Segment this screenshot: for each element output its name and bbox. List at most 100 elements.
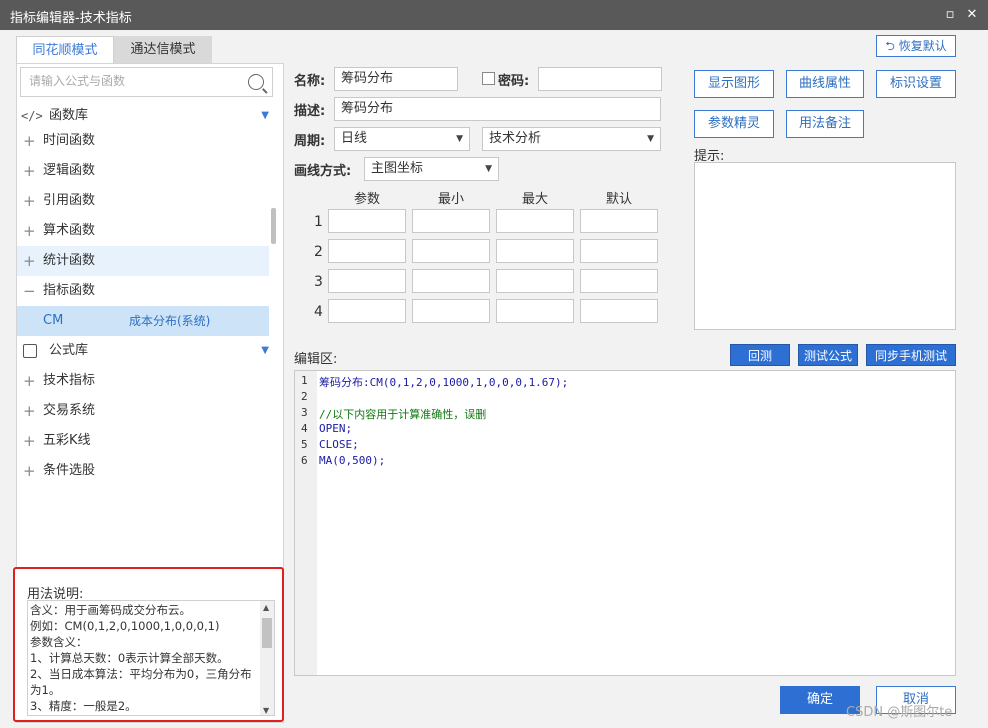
period-value: 日线 — [341, 131, 368, 146]
tab-ths-mode[interactable]: 同花顺模式 — [16, 36, 114, 64]
maximize-icon[interactable]: ▫ — [940, 5, 960, 25]
name-field[interactable]: 筹码分布 — [334, 67, 458, 91]
password-field[interactable] — [538, 67, 662, 91]
window-titlebar: 指标编辑器-技术指标 ▫ ✕ — [0, 0, 988, 30]
expand-icon[interactable]: + — [23, 396, 36, 426]
category-select[interactable]: 技术分析 ▼ — [482, 127, 661, 151]
tree-scrollbar[interactable] — [271, 208, 276, 244]
param-max-input[interactable] — [496, 299, 574, 323]
backtest-button[interactable]: 回测 — [730, 344, 790, 366]
draw-mode-value: 主图坐标 — [371, 161, 424, 176]
period-select[interactable]: 日线 ▼ — [334, 127, 470, 151]
curve-props-button[interactable]: 曲线属性 — [786, 70, 864, 98]
tree-item-trade[interactable]: + 交易系统 — [17, 396, 269, 426]
usage-line: 含义：用于画筹码成交分布云。 — [30, 603, 191, 617]
sync-mobile-test-button[interactable]: 同步手机测试 — [866, 344, 956, 366]
expand-icon[interactable]: + — [23, 156, 36, 186]
param-name-input[interactable] — [328, 209, 406, 233]
dropdown-caret-icon[interactable]: ▼ — [485, 158, 492, 180]
param-min-input[interactable] — [412, 269, 490, 293]
param-default-input[interactable] — [580, 239, 658, 263]
code-line: MA(0,500); — [319, 454, 386, 467]
tree-item-time[interactable]: + 时间函数 — [17, 126, 269, 156]
expand-icon[interactable]: + — [23, 426, 36, 456]
tree-item-label: 算术函数 — [43, 223, 96, 238]
scroll-thumb[interactable] — [262, 618, 272, 648]
tree-item-label: 统计函数 — [43, 253, 96, 268]
param-min-input[interactable] — [412, 239, 490, 263]
draw-mode-select[interactable]: 主图坐标 ▼ — [364, 157, 499, 181]
param-default-input[interactable] — [580, 209, 658, 233]
param-name-input[interactable] — [328, 269, 406, 293]
password-checkbox[interactable] — [482, 72, 495, 85]
param-max-input[interactable] — [496, 269, 574, 293]
usage-notes-button[interactable]: 用法备注 — [786, 110, 864, 138]
tree-item-kline[interactable]: + 五彩K线 — [17, 426, 269, 456]
tree-item-logic[interactable]: + 逻辑函数 — [17, 156, 269, 186]
tree-item-label: 指标函数 — [43, 283, 96, 298]
param-default-input[interactable] — [580, 269, 658, 293]
code-line: 筹码分布:CM(0,1,2,0,1000,1,0,0,0,1.67); — [319, 376, 569, 389]
expand-icon[interactable]: + — [23, 366, 36, 396]
tab-tdx-mode[interactable]: 通达信模式 — [114, 36, 212, 64]
show-graph-button[interactable]: 显示图形 — [694, 70, 774, 98]
param-min-input[interactable] — [412, 209, 490, 233]
formula-lib-header[interactable]: 公式库 ▼ — [17, 336, 269, 366]
editor-label: 编辑区: — [294, 352, 338, 367]
expand-icon[interactable]: + — [23, 216, 36, 246]
tree-item-ref[interactable]: + 引用函数 — [17, 186, 269, 216]
tree-item-tech[interactable]: + 技术指标 — [17, 366, 269, 396]
usage-line: 2、当日成本算法：平均分布为0，三角分布 — [30, 667, 252, 681]
param-col-header: 最小 — [437, 192, 464, 207]
expand-icon[interactable]: + — [23, 186, 36, 216]
line-number: 5 — [301, 438, 308, 451]
usage-textbox[interactable]: 含义：用于画筹码成交分布云。 例如：CM(0,1,2,0,1000,1,0,0,… — [27, 600, 275, 716]
param-default-input[interactable] — [580, 299, 658, 323]
tree-item-arith[interactable]: + 算术函数 — [17, 216, 269, 246]
usage-scrollbar[interactable]: ▲ ▼ — [260, 601, 274, 715]
param-min-input[interactable] — [412, 299, 490, 323]
usage-panel: 用法说明: 含义：用于画筹码成交分布云。 例如：CM(0,1,2,0,1000,… — [13, 567, 284, 722]
search-box[interactable] — [20, 67, 273, 97]
param-col-header: 最大 — [521, 192, 548, 207]
param-row-index: 3 — [314, 274, 323, 290]
param-row-index: 2 — [314, 244, 323, 260]
document-icon — [23, 344, 37, 358]
usage-line: 为1。 — [30, 683, 61, 697]
tree-item-label: 引用函数 — [43, 193, 96, 208]
param-name-input[interactable] — [328, 299, 406, 323]
close-icon[interactable]: ✕ — [962, 5, 982, 25]
param-name-input[interactable] — [328, 239, 406, 263]
code-line: OPEN; — [319, 422, 353, 435]
chevron-down-icon[interactable]: ▼ — [261, 336, 269, 366]
tree-item-indicator[interactable]: − 指标函数 — [17, 276, 269, 306]
expand-icon[interactable]: + — [23, 456, 36, 486]
tree-item-cm[interactable]: CM 成本分布(系统) — [17, 306, 269, 336]
param-max-input[interactable] — [496, 239, 574, 263]
desc-label: 描述: — [294, 104, 326, 119]
formula-lib-label: 公式库 — [49, 343, 89, 358]
dropdown-caret-icon[interactable]: ▼ — [456, 128, 463, 150]
dropdown-caret-icon[interactable]: ▼ — [647, 128, 654, 150]
expand-icon[interactable]: + — [23, 246, 36, 276]
expand-icon[interactable]: + — [23, 126, 36, 156]
search-input[interactable] — [29, 74, 239, 88]
scroll-down-icon[interactable]: ▼ — [263, 706, 269, 715]
param-max-input[interactable] — [496, 209, 574, 233]
desc-field[interactable]: 筹码分布 — [334, 97, 661, 121]
param-wizard-button[interactable]: 参数精灵 — [694, 110, 774, 138]
test-formula-button[interactable]: 测试公式 — [798, 344, 858, 366]
code-editor[interactable]: 1 2 3 4 5 6 筹码分布:CM(0,1,2,0,1000,1,0,0,0… — [294, 370, 956, 676]
search-icon[interactable] — [248, 74, 264, 90]
collapse-icon[interactable]: − — [23, 276, 36, 306]
restore-default-button[interactable]: ⮌ 恢复默认 — [876, 35, 956, 57]
marker-settings-button[interactable]: 标识设置 — [876, 70, 956, 98]
tree-item-label: 交易系统 — [43, 403, 96, 418]
name-label: 名称: — [294, 74, 326, 89]
hint-box — [694, 162, 956, 330]
tree-item-stat[interactable]: + 统计函数 — [17, 246, 269, 276]
line-number: 6 — [301, 454, 308, 467]
scroll-up-icon[interactable]: ▲ — [263, 603, 269, 612]
period-label: 周期: — [294, 134, 326, 149]
tree-item-select[interactable]: + 条件选股 — [17, 456, 269, 486]
